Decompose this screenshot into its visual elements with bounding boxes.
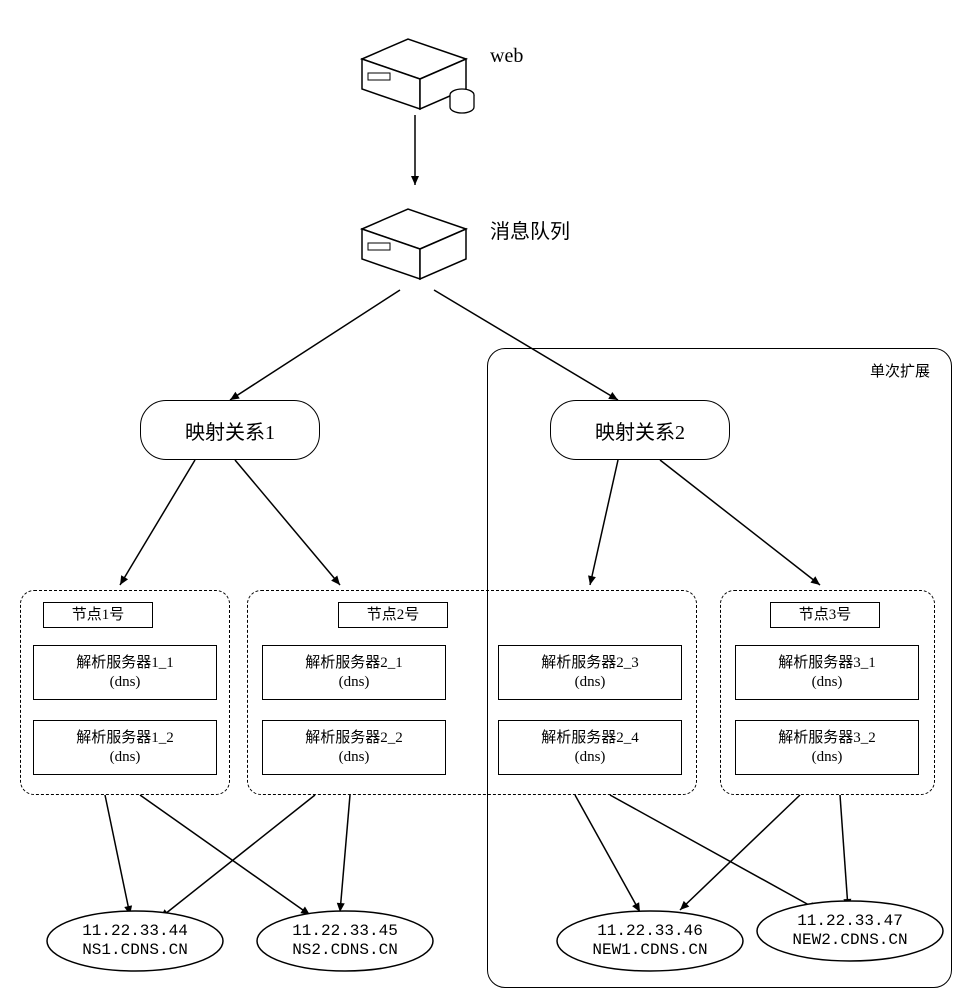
endpoint-4: 11.22.33.47 NEW2.CDNS.CN [755,900,945,962]
node-1-server-2: 解析服务器1_2 (dns) [33,720,217,775]
extension-label: 单次扩展 [870,360,930,381]
node-2b-server-1: 解析服务器2_3 (dns) [498,645,682,700]
mapping-2-label: 映射关系2 [595,416,685,445]
node-2b-server-2: 解析服务器2_4 (dns) [498,720,682,775]
mapping-2: 映射关系2 [550,400,730,460]
endpoint-2: 11.22.33.45 NS2.CDNS.CN [255,910,435,972]
endpoint-3: 11.22.33.46 NEW1.CDNS.CN [555,910,745,972]
node-2a-server-2: 解析服务器2_2 (dns) [262,720,446,775]
node-2a-server-1: 解析服务器2_1 (dns) [262,645,446,700]
node-1-title: 节点1号 [43,602,153,628]
node-3-title: 节点3号 [770,602,880,628]
mapping-1-label: 映射关系1 [185,416,275,445]
mq-server-icon [350,195,480,285]
node-3-server-2: 解析服务器3_2 (dns) [735,720,919,775]
node-1-server-1: 解析服务器1_1 (dns) [33,645,217,700]
web-label: web [490,45,523,68]
mapping-1: 映射关系1 [140,400,320,460]
node-3-server-1: 解析服务器3_1 (dns) [735,645,919,700]
web-server-icon [350,25,480,115]
diagram-canvas: web 消息队列 单次扩展 映射关系1 映射关系2 节点1号 解析服务器1_1 … [0,0,969,1000]
mq-label: 消息队列 [490,215,570,244]
endpoint-1: 11.22.33.44 NS1.CDNS.CN [45,910,225,972]
node-2-title: 节点2号 [338,602,448,628]
